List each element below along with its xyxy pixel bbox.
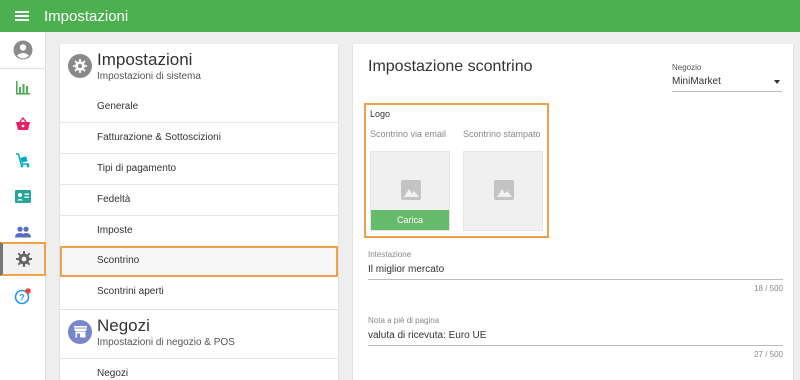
settings-section-header: Impostazioni Impostazioni di sistema (60, 44, 338, 92)
rail-sales[interactable] (0, 106, 46, 142)
footer-field[interactable]: valuta di ricevuta: Euro UE (368, 328, 783, 346)
settings-section-subtitle: Impostazioni di sistema (97, 71, 201, 82)
rail-reports[interactable] (0, 70, 46, 106)
rail-inventory[interactable] (0, 142, 46, 178)
menu-item-label: Fatturazione & Sottoscizioni (97, 132, 221, 143)
menu-item-loyalty[interactable]: Fedeltà (60, 185, 338, 216)
menu-item-open-receipts[interactable]: Scontrini aperti (60, 277, 338, 308)
bar-chart-icon (16, 81, 30, 95)
menu-item-billing[interactable]: Fatturazione & Sottoscizioni (60, 123, 338, 154)
image-placeholder-icon (401, 180, 421, 200)
menu-item-label: Fedeltà (97, 194, 131, 205)
menu-item-receipt[interactable]: Scontrino (60, 246, 338, 277)
header-field-label: Intestazione (368, 250, 412, 259)
nav-rail: ? (0, 32, 46, 380)
menu-item-payment-types[interactable]: Tipi di pagamento (60, 154, 338, 185)
gear-icon (73, 59, 87, 73)
dropdown-caret-icon (774, 80, 780, 84)
svg-text:?: ? (19, 292, 25, 302)
stores-section-badge (68, 320, 92, 344)
basket-icon (16, 117, 30, 130)
stores-section-title: Negozi (97, 316, 150, 335)
settings-section-badge (68, 54, 92, 78)
email-receipt-caption: Scontrino via email (370, 129, 447, 139)
menu-item-label: Scontrini aperti (97, 286, 164, 297)
printed-receipt-caption: Scontrino stampato (463, 129, 541, 139)
store-select[interactable]: MiniMarket (672, 74, 782, 92)
store-select-value: MiniMarket (672, 76, 721, 87)
stores-section-subtitle: Impostazioni di negozio & POS (97, 337, 235, 348)
rail-settings[interactable] (0, 242, 46, 276)
logo-section: Logo Scontrino via email Scontrino stamp… (364, 103, 549, 238)
store-icon (73, 326, 87, 338)
rail-customers[interactable] (0, 178, 46, 214)
footer-char-count: 27 / 500 (754, 350, 783, 359)
settings-section-title: Impostazioni (97, 50, 193, 69)
upload-button[interactable]: Carica (371, 210, 449, 230)
help-icon: ? (14, 288, 31, 305)
image-placeholder-icon (494, 180, 514, 200)
menu-item-label: Imposte (97, 225, 133, 236)
stores-section-header: Negozi Impostazioni di negozio & POS (60, 310, 338, 358)
menu-item-label: Generale (97, 101, 139, 112)
menu-item-label: Scontrino (97, 255, 140, 266)
hamburger-icon (15, 11, 29, 21)
people-icon (15, 226, 31, 238)
rail-account[interactable] (0, 32, 46, 68)
header-char-count: 18 / 500 (754, 284, 783, 293)
store-select-label: Negozio (672, 63, 702, 72)
menu-item-taxes[interactable]: Imposte (60, 216, 338, 247)
account-circle-icon (13, 40, 33, 60)
app-title: Impostazioni (44, 7, 129, 25)
menu-item-label: Tipi di pagamento (97, 163, 177, 174)
logo-section-title: Logo (370, 109, 391, 119)
email-logo-dropzone[interactable]: Carica (370, 151, 450, 231)
menu-item-stores[interactable]: Negozi (60, 358, 338, 380)
footer-field-label: Nota a piè di pagina (368, 316, 440, 325)
contact-card-icon (15, 189, 31, 203)
rail-help[interactable]: ? (0, 278, 46, 314)
receipt-settings-panel: Impostazione scontrino Negozio MiniMarke… (353, 44, 793, 380)
page-title: Impostazione scontrino (368, 58, 533, 75)
header-field[interactable]: Il miglior mercato (368, 262, 783, 280)
menu-item-general[interactable]: Generale (60, 92, 338, 123)
menu-item-label: Negozi (97, 368, 129, 379)
app-bar: Impostazioni (0, 0, 800, 32)
settings-menu: Impostazioni Impostazioni di sistema Gen… (60, 44, 338, 380)
printed-logo-dropzone[interactable] (463, 151, 543, 231)
rail-divider (0, 68, 46, 69)
gear-icon (15, 251, 32, 267)
menu-button[interactable] (0, 0, 44, 32)
cart-icon (16, 153, 30, 168)
